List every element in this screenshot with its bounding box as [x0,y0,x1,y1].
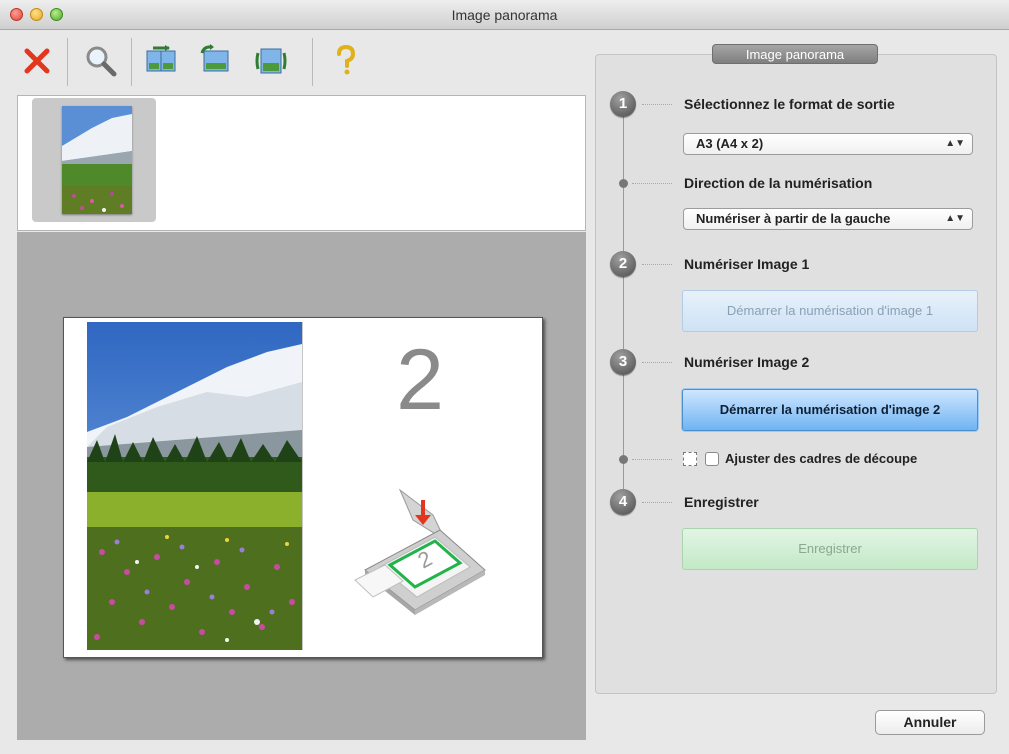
step-1-badge: 1 [610,91,636,117]
swap-images-icon [146,45,176,72]
step-connector [642,264,672,265]
step-3-badge: 3 [610,349,636,375]
image-2-placeholder-number: 2 [396,332,444,428]
swap-images-button[interactable] [140,40,182,82]
select-arrows-icon: ▲▼ [945,138,965,149]
panel-title: Image panorama [712,44,878,64]
output-format-value: A3 (A4 x 2) [696,136,764,151]
step-4-badge: 4 [610,489,636,515]
rotate-image-icon [200,44,229,72]
save-button[interactable]: Enregistrer [682,528,978,570]
step-3-label: Numériser Image 2 [684,354,810,370]
delete-button[interactable] [16,40,58,82]
scan-direction-value: Numériser à partir de la gauche [696,211,891,226]
step-connector [642,104,672,105]
toolbar-separator [312,38,313,86]
steps-connector-line [623,112,624,502]
scanner-icon: 2 [345,485,490,615]
flip-image-icon [255,48,287,74]
page-divider [302,322,303,650]
delete-x-icon [24,48,50,74]
scan-direction-select[interactable]: Numériser à partir de la gauche ▲▼ [683,208,973,230]
help-icon [337,44,356,75]
select-arrows-icon: ▲▼ [945,213,965,224]
step-2-label: Numériser Image 1 [684,256,810,272]
step-2-badge: 2 [610,251,636,277]
cancel-button[interactable]: Annuler [875,710,985,735]
step-1-label: Sélectionnez le format de sortie [684,96,895,112]
scan-direction-label: Direction de la numérisation [684,175,873,191]
title-bar: Image panorama [0,0,1009,30]
step-connector [642,502,672,503]
magnifier-icon [86,46,117,77]
thumbnail-image[interactable] [62,106,132,214]
window-title: Image panorama [451,7,558,23]
scan-image-1-button[interactable]: Démarrer la numérisation d'image 1 [682,290,978,332]
step-connector [632,459,672,460]
scanned-image-1[interactable] [87,322,302,650]
step-4-label: Enregistrer [684,494,759,510]
flip-image-button[interactable] [250,40,292,82]
toolbar-separator [131,38,132,86]
toolbar-separator [67,38,68,86]
scan-image-2-button[interactable]: Démarrer la numérisation d'image 2 [682,389,978,431]
help-button[interactable] [325,40,367,82]
step-connector [642,362,672,363]
sub-step-dot [619,179,628,188]
step-connector [632,183,672,184]
zoom-button[interactable] [80,40,122,82]
adjust-crop-frames-checkbox[interactable] [705,452,719,466]
crop-frame-icon [683,452,697,466]
adjust-crop-frames-label: Ajuster des cadres de découpe [725,451,918,466]
output-format-select[interactable]: A3 (A4 x 2) ▲▼ [683,133,973,155]
sub-step-dot [619,455,628,464]
rotate-image-button[interactable] [195,40,237,82]
